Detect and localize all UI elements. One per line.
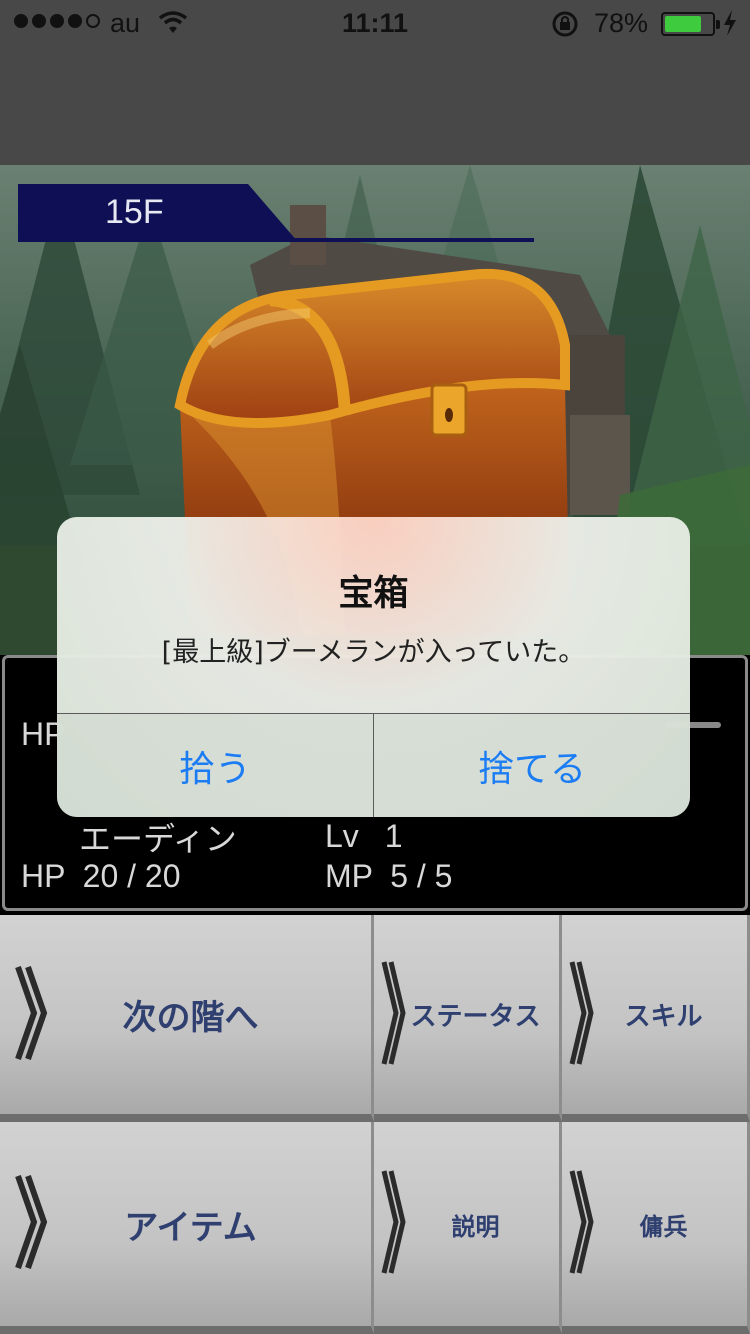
next-floor-button[interactable]: 次の階へ [0,915,374,1122]
status-button[interactable]: ステータス [374,915,562,1122]
item-label: アイテム [124,1207,257,1248]
hero-level-value: 1 [384,818,403,854]
status-bar: au 11:11 78% [0,0,750,165]
pick-up-button[interactable]: 拾う [57,714,373,817]
status-label: ステータス [410,1002,541,1032]
alert-title: 宝箱 [338,574,409,614]
floor-banner-line [18,238,534,242]
skill-label: スキル [624,1002,703,1032]
item-button[interactable]: アイテム [0,1122,374,1334]
help-label: 説明 [451,1212,500,1241]
floor-label: 15F [105,193,164,231]
rotation-lock-icon [550,10,580,45]
battery-icon [661,12,720,36]
mercenary-button[interactable]: 傭兵 [562,1122,750,1334]
mercenary-label: 傭兵 [639,1212,688,1241]
hero-level: Lv 1 [325,818,403,855]
hero-name: エーディン [79,821,237,857]
skill-button[interactable]: スキル [562,915,750,1122]
treasure-alert-dialog: 宝箱 [最上級]ブーメランが入っていた。 拾う 捨てる [57,517,690,817]
charging-bolt-icon [722,10,738,43]
hero-mp: MP 5 / 5 [325,858,453,894]
hero-hp: HP 20 / 20 [21,858,181,894]
discard-button[interactable]: 捨てる [374,714,690,817]
battery-percent: 78% [594,8,649,38]
hero-level-label: Lv [325,818,359,854]
alert-message: [最上級]ブーメランが入っていた。 [161,637,586,668]
next-floor-label: 次の階へ [122,998,259,1038]
help-button[interactable]: 説明 [374,1122,562,1334]
